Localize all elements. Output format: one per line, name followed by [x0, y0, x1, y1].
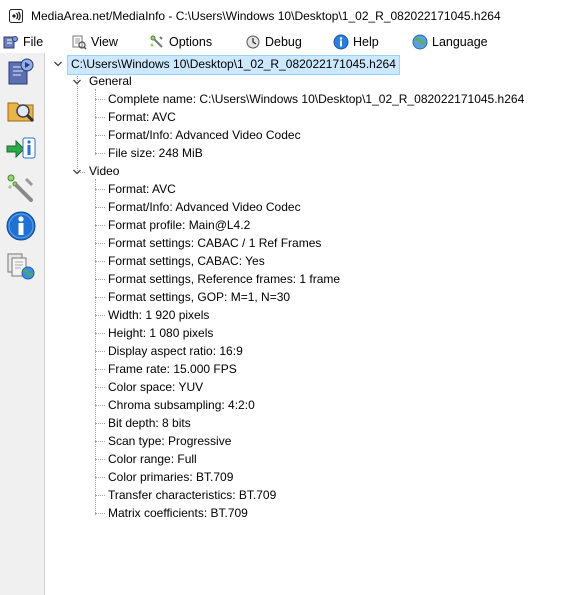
menu-help-label: Help: [353, 35, 379, 49]
tree-connector: [95, 297, 105, 298]
tree-item[interactable]: Format settings, GOP: M=1, N=30: [108, 288, 290, 306]
view-icon: [72, 35, 87, 50]
tree-item[interactable]: Color space: YUV: [108, 378, 203, 396]
folder-search-icon: [7, 102, 35, 123]
tree-item[interactable]: Color primaries: BT.709: [108, 468, 233, 486]
tree-connector: [95, 405, 105, 406]
menu-file-label: File: [23, 35, 44, 49]
tree-item[interactable]: Chroma subsampling: 4:2:0: [108, 396, 255, 414]
menu-help[interactable]: Help: [333, 33, 379, 51]
tree-section-general[interactable]: General: [89, 72, 132, 90]
tree-item[interactable]: Complete name: C:\Users\Windows 10\Deskt…: [108, 90, 524, 108]
export-info-icon: [6, 137, 36, 159]
chevron-down-icon[interactable]: [53, 59, 63, 69]
side-toolbar: [0, 53, 45, 595]
tree-item[interactable]: Format settings, Reference frames: 1 fra…: [108, 270, 340, 288]
tree-connector: [95, 225, 105, 226]
tree-connector: [95, 315, 105, 316]
tree-item[interactable]: Height: 1 080 pixels: [108, 324, 213, 342]
tree-item[interactable]: Matrix coefficients: BT.709: [108, 504, 248, 522]
info-tree[interactable]: C:\Users\Windows 10\Desktop\1_02_R_08202…: [45, 53, 569, 595]
about-button[interactable]: [4, 209, 38, 243]
tree-connector: [95, 261, 105, 262]
tree-connector: [95, 189, 105, 190]
tree-connector: [95, 179, 96, 515]
tree-item[interactable]: Format settings, CABAC: Yes: [108, 252, 265, 270]
tree-item[interactable]: Format: AVC: [108, 108, 176, 126]
tree-item[interactable]: Format profile: Main@L4.2: [108, 216, 250, 234]
tree-connector: [95, 333, 105, 334]
tree-item[interactable]: Scan type: Progressive: [108, 432, 231, 450]
open-folder-button[interactable]: [4, 93, 38, 127]
tree-item[interactable]: Format settings: CABAC / 1 Ref Frames: [108, 234, 321, 252]
debug-icon: [246, 35, 260, 49]
info-icon: [6, 211, 36, 241]
tree-connector: [95, 279, 105, 280]
web-button[interactable]: [4, 249, 38, 283]
menu-bar: File View Options Debug Help Language: [0, 31, 569, 54]
help-info-icon: [333, 34, 349, 50]
tree-connector: [95, 135, 105, 136]
options-icon: [150, 35, 163, 48]
tree-connector: [95, 351, 105, 352]
tree-item[interactable]: Format: AVC: [108, 180, 176, 198]
chevron-down-icon[interactable]: [72, 167, 82, 177]
menu-language[interactable]: Language: [412, 33, 488, 51]
tree-connector: [95, 387, 105, 388]
documents-web-icon: [7, 253, 35, 280]
tree-section-video[interactable]: Video: [89, 162, 119, 180]
preferences-button[interactable]: [4, 171, 38, 205]
tree-connector: [95, 477, 105, 478]
menu-view-label: View: [91, 35, 118, 49]
menu-options[interactable]: Options: [149, 33, 212, 51]
media-file-icon: [8, 58, 34, 85]
export-button[interactable]: [4, 131, 38, 165]
tree-connector: [95, 207, 105, 208]
tree-connector: [95, 243, 105, 244]
menu-view[interactable]: View: [71, 33, 118, 51]
mediainfo-app-icon: [9, 9, 23, 23]
chevron-down-icon[interactable]: [72, 77, 82, 87]
window-title: MediaArea.net/MediaInfo - C:\Users\Windo…: [31, 9, 501, 23]
menu-language-label: Language: [432, 35, 488, 49]
tree-connector: [95, 117, 105, 118]
tree-connector: [95, 459, 105, 460]
tree-item[interactable]: Color range: Full: [108, 450, 197, 468]
tree-item[interactable]: Bit depth: 8 bits: [108, 414, 191, 432]
tree-item[interactable]: Frame rate: 15.000 FPS: [108, 360, 237, 378]
globe-icon: [412, 34, 428, 50]
tree-item[interactable]: Format/Info: Advanced Video Codec: [108, 126, 301, 144]
tree-connector: [95, 495, 105, 496]
menu-debug[interactable]: Debug: [245, 33, 302, 51]
file-media-icon: [3, 36, 18, 49]
menu-options-label: Options: [169, 35, 213, 49]
menu-debug-label: Debug: [265, 35, 302, 49]
tree-connector: [95, 99, 105, 100]
tree-item[interactable]: Width: 1 920 pixels: [108, 306, 209, 324]
title-bar: MediaArea.net/MediaInfo - C:\Users\Windo…: [0, 0, 569, 31]
tree-item[interactable]: File size: 248 MiB: [108, 144, 203, 162]
tree-item[interactable]: Format/Info: Advanced Video Codec: [108, 198, 301, 216]
tree-item[interactable]: Display aspect ratio: 16:9: [108, 342, 243, 360]
open-file-button[interactable]: [4, 55, 38, 89]
tree-connector: [95, 369, 105, 370]
tree-connector: [95, 423, 105, 424]
wrench-options-icon: [7, 174, 34, 202]
menu-file[interactable]: File: [3, 33, 43, 51]
tree-item[interactable]: Transfer characteristics: BT.709: [108, 486, 276, 504]
tree-connector: [95, 441, 105, 442]
tree-connector: [95, 513, 105, 514]
tree-connector: [95, 153, 105, 154]
